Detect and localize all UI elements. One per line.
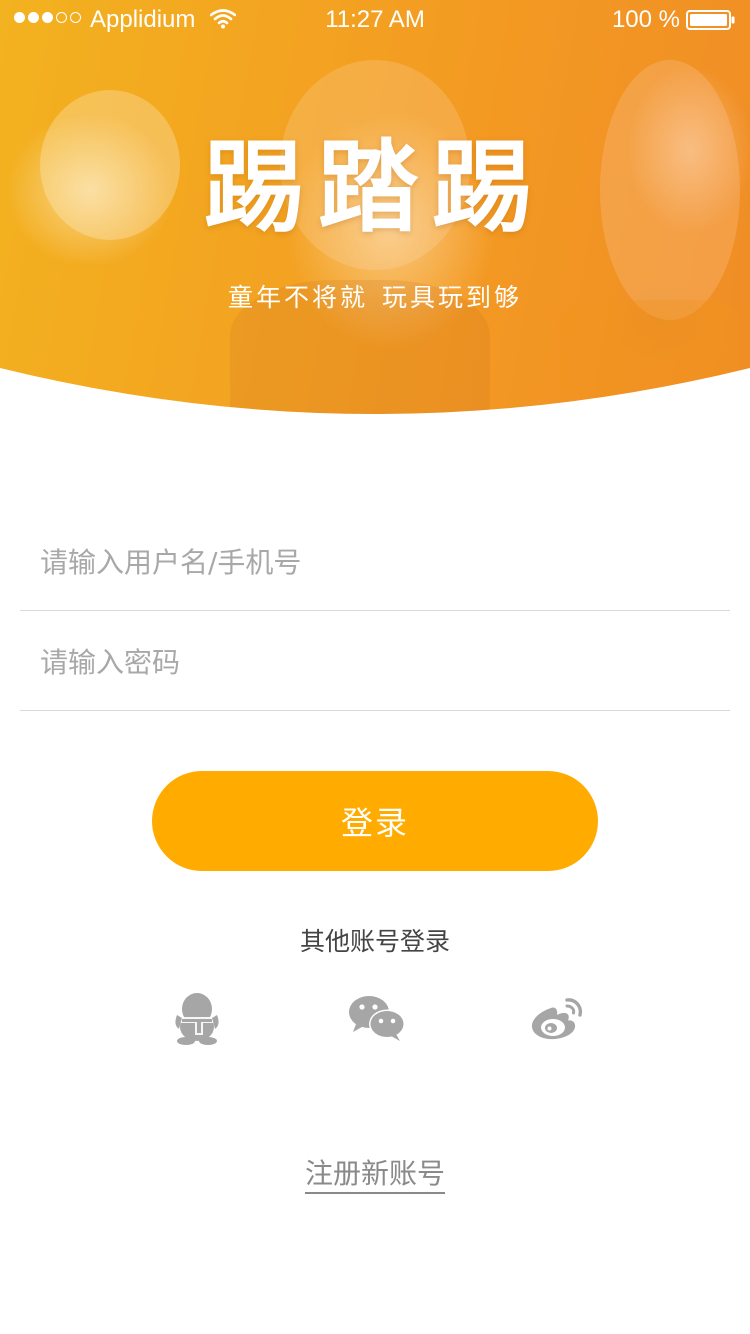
username-input[interactable] [40, 532, 710, 592]
app-slogan: 童年不将就 玩具玩到够 [0, 280, 750, 316]
weibo-icon [531, 998, 583, 1040]
register-link-container: 注册新账号 [0, 1152, 750, 1194]
wechat-icon [349, 996, 405, 1041]
qq-icon [175, 993, 219, 1045]
login-screen: 踢踏踢 童年不将就玩具玩到够 Applidium 11:27 AM 100 % [0, 0, 750, 1334]
battery-icon [686, 10, 735, 30]
battery-percentage: 100 % [611, 6, 680, 33]
other-login-label: 其他账号登录 [299, 927, 450, 956]
wechat-login-button[interactable] [347, 988, 407, 1048]
username-field [20, 510, 730, 611]
qq-login-button[interactable] [167, 988, 227, 1048]
slogan-right: 玩具玩到够 [382, 283, 523, 312]
slogan-left: 童年不将就 [227, 283, 368, 312]
status-bar: Applidium 11:27 AM 100 % [0, 0, 750, 40]
password-field [20, 610, 730, 711]
app-logo: 踢踏踢 [204, 129, 546, 246]
hero-banner: 踢踏踢 童年不将就 玩具玩到够 [0, 0, 750, 420]
register-link[interactable]: 注册新账号 [304, 1157, 445, 1194]
password-input[interactable] [40, 632, 710, 692]
login-button[interactable]: 登录 [152, 771, 598, 871]
weibo-login-button[interactable] [527, 988, 587, 1048]
